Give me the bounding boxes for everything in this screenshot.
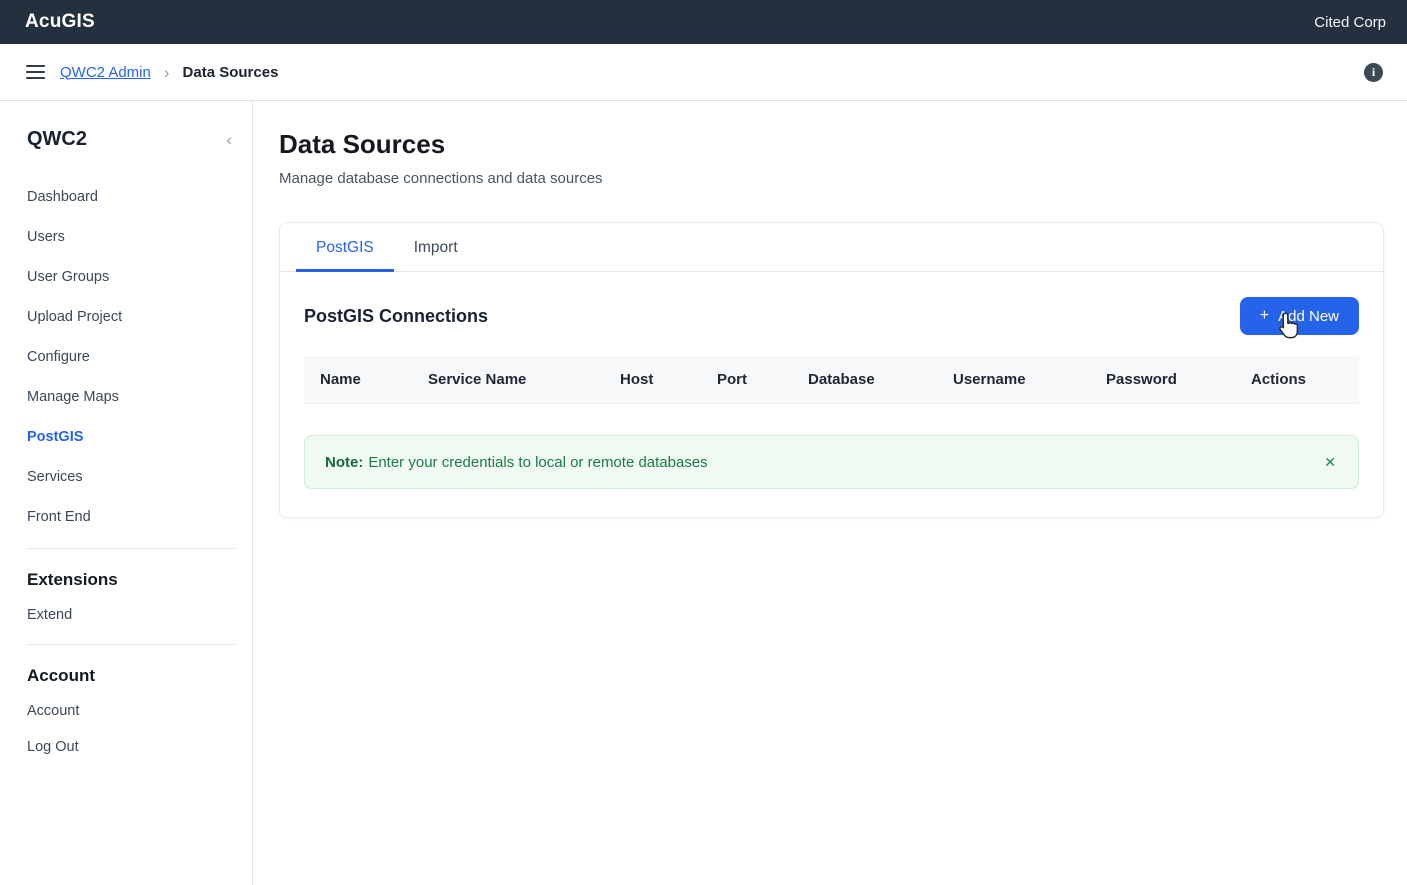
- column-header-name: Name: [304, 356, 412, 404]
- sidebar-section-account: Account: [27, 657, 236, 693]
- sidebar: QWC2 ‹ Dashboard Users User Groups Uploa…: [0, 101, 253, 885]
- column-header-password: Password: [1090, 356, 1235, 404]
- breadcrumb-bar: QWC2 Admin › Data Sources i: [0, 44, 1407, 101]
- table-header-row: Name Service Name Host Port Database Use…: [304, 356, 1359, 404]
- sidebar-item-services[interactable]: Services: [27, 457, 236, 497]
- sidebar-item-extend[interactable]: Extend: [27, 597, 236, 633]
- tab-bar: PostGIS Import: [280, 223, 1383, 272]
- column-header-actions: Actions: [1235, 356, 1359, 404]
- note-alert: Note: Enter your credentials to local or…: [304, 435, 1359, 489]
- sidebar-item-front-end[interactable]: Front End: [27, 497, 236, 537]
- sidebar-item-upload-project[interactable]: Upload Project: [27, 297, 236, 337]
- sidebar-title: QWC2: [27, 128, 87, 151]
- chevron-right-icon: ›: [164, 64, 170, 81]
- data-sources-card: PostGIS Import PostGIS Connections + Add…: [279, 222, 1384, 518]
- tab-postgis[interactable]: PostGIS: [296, 223, 394, 272]
- column-header-host: Host: [604, 356, 701, 404]
- sidebar-divider: [27, 644, 236, 645]
- column-header-username: Username: [937, 356, 1090, 404]
- plus-icon: +: [1260, 308, 1269, 324]
- sidebar-item-users[interactable]: Users: [27, 217, 236, 257]
- main-content: Data Sources Manage database connections…: [253, 101, 1407, 885]
- column-header-port: Port: [701, 356, 792, 404]
- breadcrumb-current: Data Sources: [183, 64, 279, 81]
- column-header-database: Database: [792, 356, 937, 404]
- postgis-connections-table: Name Service Name Host Port Database Use…: [304, 356, 1359, 404]
- add-new-button[interactable]: + Add New: [1240, 297, 1359, 335]
- column-header-service-name: Service Name: [412, 356, 604, 404]
- sidebar-item-log-out[interactable]: Log Out: [27, 729, 236, 765]
- account-name[interactable]: Cited Corp: [1314, 14, 1386, 31]
- sidebar-item-configure[interactable]: Configure: [27, 337, 236, 377]
- sidebar-collapse-icon[interactable]: ‹: [222, 130, 236, 150]
- page-title: Data Sources: [279, 129, 1384, 160]
- add-new-button-label: Add New: [1278, 308, 1339, 325]
- sidebar-nav: Dashboard Users User Groups Upload Proje…: [27, 177, 236, 537]
- sidebar-item-account[interactable]: Account: [27, 693, 236, 729]
- note-prefix: Note:: [325, 454, 363, 471]
- info-icon[interactable]: i: [1364, 63, 1383, 82]
- sidebar-divider: [27, 548, 236, 549]
- note-message: Enter your credentials to local or remot…: [368, 454, 707, 471]
- tab-import[interactable]: Import: [394, 223, 478, 272]
- menu-toggle-icon[interactable]: [26, 62, 45, 82]
- page-subtitle: Manage database connections and data sou…: [279, 170, 1384, 187]
- sidebar-section-extensions: Extensions: [27, 561, 236, 597]
- top-navbar: AcuGIS Cited Corp: [0, 0, 1407, 44]
- sidebar-item-user-groups[interactable]: User Groups: [27, 257, 236, 297]
- sidebar-item-dashboard[interactable]: Dashboard: [27, 177, 236, 217]
- breadcrumb-link-qwc2-admin[interactable]: QWC2 Admin: [60, 64, 151, 81]
- close-icon[interactable]: ✕: [1322, 453, 1338, 471]
- sidebar-item-postgis[interactable]: PostGIS: [27, 417, 236, 457]
- sidebar-item-manage-maps[interactable]: Manage Maps: [27, 377, 236, 417]
- panel-title: PostGIS Connections: [304, 306, 488, 327]
- app-brand[interactable]: AcuGIS: [25, 11, 95, 33]
